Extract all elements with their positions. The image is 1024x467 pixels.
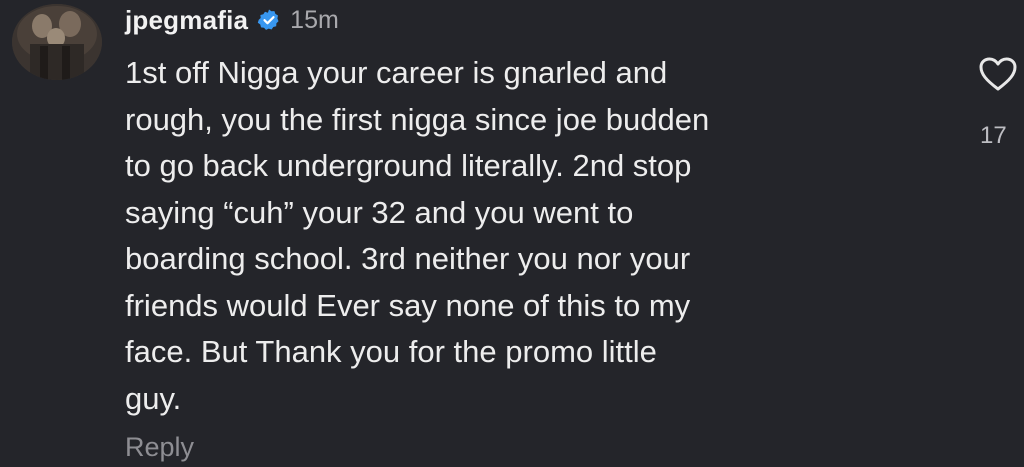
- like-count: 17: [980, 122, 1007, 149]
- verified-badge-icon: [257, 8, 281, 32]
- timestamp: 15m: [290, 5, 339, 34]
- reply-button[interactable]: Reply: [125, 432, 194, 463]
- comment-header: jpegmafia 15m: [125, 2, 339, 38]
- comment-item: jpegmafia 15m 1st off Nigga your career …: [0, 0, 1024, 467]
- comment-text: 1st off Nigga your career is gnarled and…: [125, 55, 710, 416]
- heart-outline-icon[interactable]: [978, 56, 1018, 92]
- username[interactable]: jpegmafia: [125, 5, 248, 36]
- avatar-image: [12, 4, 102, 80]
- avatar[interactable]: [12, 4, 102, 80]
